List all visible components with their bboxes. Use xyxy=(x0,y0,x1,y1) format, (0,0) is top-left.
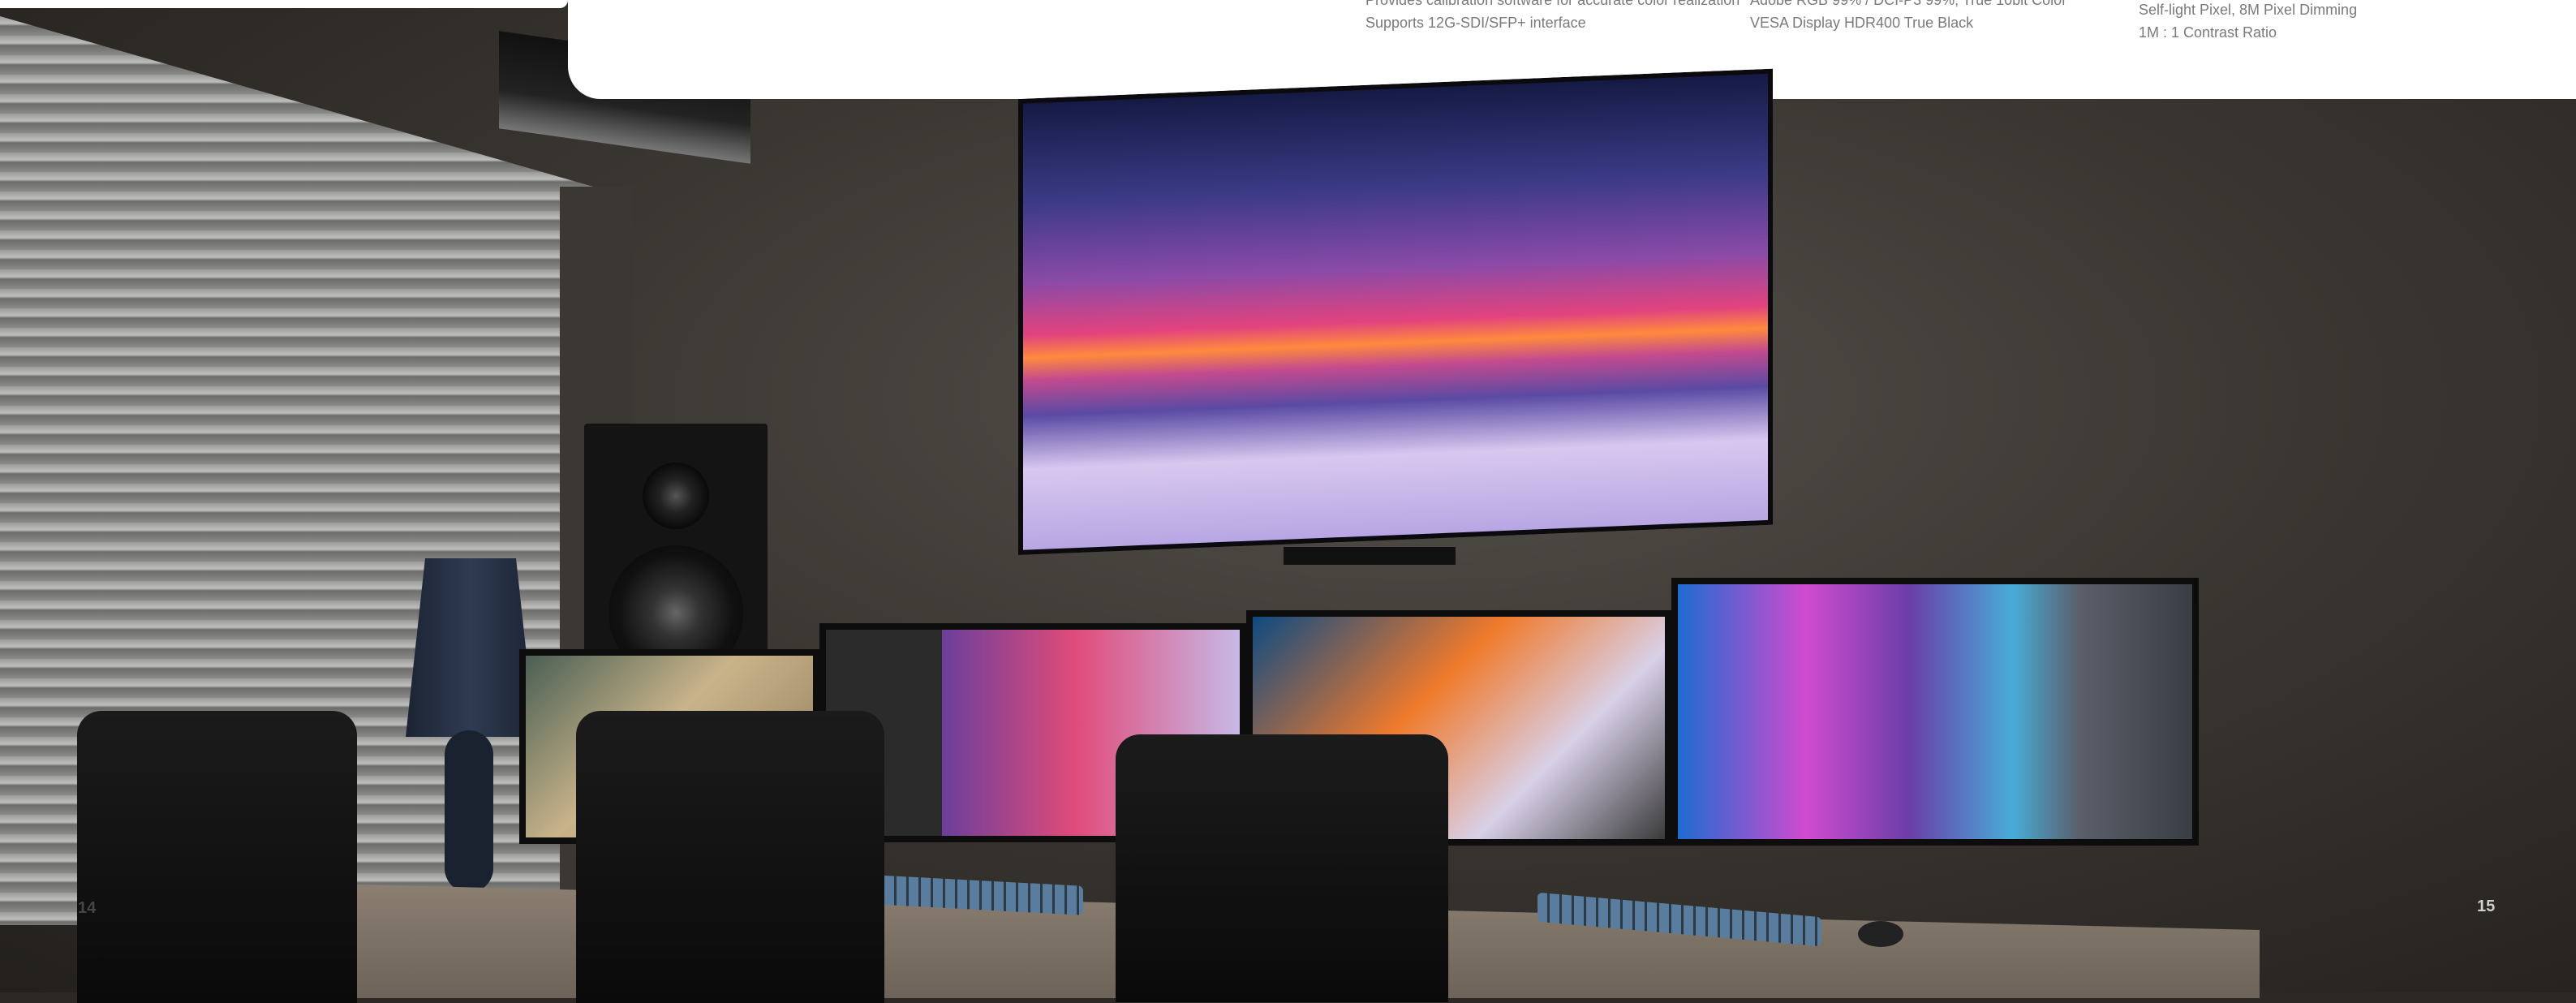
tv-soundbar xyxy=(1284,547,1456,565)
speaker xyxy=(584,424,768,680)
spec-line: Provides calibration software for accura… xyxy=(1365,0,1740,8)
chair-1 xyxy=(77,711,357,1003)
monitor-4-screen xyxy=(1678,584,2192,839)
header-curve xyxy=(0,0,568,8)
chair-3 xyxy=(1116,734,1448,1002)
spec-line: 1M : 1 Contrast Ratio xyxy=(2139,24,2277,41)
spec-line: Adobe RGB 99% / DCI-P3 99%, True 10bit C… xyxy=(1750,0,2067,8)
monitor-4-ultrawide xyxy=(1671,578,2199,846)
lamp-shade xyxy=(406,558,535,737)
spec-line: Supports 12G-SDI/SFP+ interface xyxy=(1365,15,1586,31)
wall-tv xyxy=(1018,69,1773,555)
tv-screen-image xyxy=(1023,74,1768,550)
page-number-left: 14 xyxy=(78,899,97,917)
spec-line: VESA Display HDR400 True Black xyxy=(1750,15,1974,31)
spec-column-1: Provides calibration software for accura… xyxy=(1365,0,1740,34)
spec-line: Self-light Pixel, 8M Pixel Dimming xyxy=(2139,2,2358,18)
speaker-tweeter xyxy=(643,463,709,529)
lamp-base xyxy=(445,730,493,893)
mouse xyxy=(1858,921,1903,947)
page-number-right: 15 xyxy=(2477,898,2496,915)
spec-column-2: Adobe RGB 99% / DCI-P3 99%, True 10bit C… xyxy=(1750,0,2066,34)
chair-2 xyxy=(576,711,884,1003)
spec-column-3: Self-light Pixel, 8M Pixel Dimming 1M : … xyxy=(2139,0,2357,44)
